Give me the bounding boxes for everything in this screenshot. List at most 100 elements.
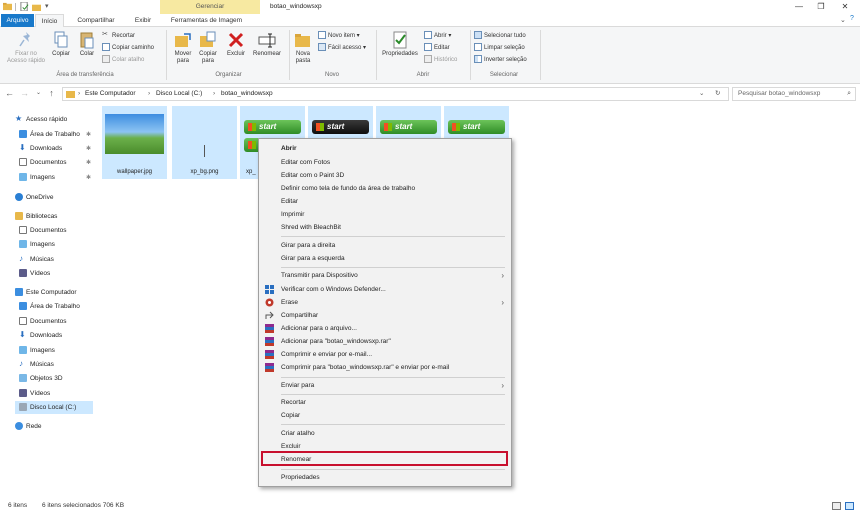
menu-item-print[interactable]: Imprimir bbox=[259, 208, 511, 221]
nav-lib-documents[interactable]: Documentos bbox=[19, 224, 67, 237]
nav-libraries[interactable]: Bibliotecas bbox=[15, 210, 57, 223]
menu-item-add-archive-label: Adicionar para o arquivo... bbox=[281, 325, 357, 332]
file-tile[interactable]: wallpaper.jpg bbox=[102, 106, 167, 179]
copy-to-button[interactable]: Copiar para bbox=[196, 31, 220, 65]
menu-item-send-to[interactable]: Enviar para › bbox=[259, 379, 511, 392]
breadcrumb-separator: › bbox=[78, 90, 81, 97]
nav-lib-music[interactable]: ♪ Músicas bbox=[19, 253, 54, 266]
nav-qa-downloads[interactable]: ⬇ Downloads bbox=[19, 142, 62, 155]
refresh-icon[interactable]: ↻ bbox=[715, 88, 720, 100]
nav-quick-access[interactable]: ★ Acesso rápido bbox=[15, 113, 67, 126]
nav-pc-downloads[interactable]: ⬇ Downloads bbox=[19, 329, 62, 342]
menu-item-copy[interactable]: Copiar bbox=[259, 409, 511, 422]
help-icon[interactable]: ? bbox=[850, 15, 854, 22]
easy-access-button[interactable]: Fácil acesso ▾ bbox=[318, 43, 366, 54]
paste-shortcut-button[interactable]: Colar atalho bbox=[102, 55, 144, 66]
menu-item-add-rar[interactable]: Adicionar para "botao_windowsxp.rar" bbox=[259, 335, 511, 348]
nav-pc-documents[interactable]: Documentos bbox=[19, 315, 67, 328]
menu-item-share[interactable]: Compartilhar bbox=[259, 309, 511, 322]
breadcrumb-este-computador[interactable]: Este Computador bbox=[85, 88, 136, 100]
move-to-button[interactable]: Mover para bbox=[171, 31, 195, 65]
cut-button[interactable]: ✂ Recortar bbox=[102, 31, 135, 42]
paste-button[interactable]: Colar bbox=[74, 31, 100, 58]
delete-button[interactable]: Excluir bbox=[224, 31, 248, 58]
menu-item-cast[interactable]: Transmitir para Dispositivo › bbox=[259, 269, 511, 282]
menu-item-defender[interactable]: Verificar com o Windows Defender... bbox=[259, 283, 511, 296]
pin-icon[interactable]: ✱ bbox=[86, 174, 91, 181]
menu-item-edit[interactable]: Editar bbox=[259, 195, 511, 208]
menu-item-rotate-right[interactable]: Girar para a direita bbox=[259, 239, 511, 252]
new-folder-button[interactable]: Nova pasta bbox=[292, 31, 314, 65]
menu-item-cut[interactable]: Recortar bbox=[259, 396, 511, 409]
tab-exibir[interactable]: Exibir bbox=[128, 14, 158, 27]
menu-item-properties[interactable]: Propriedades bbox=[259, 471, 511, 484]
menu-item-erase[interactable]: Erase › bbox=[259, 296, 511, 309]
menu-item-shred[interactable]: Shred with BleachBit bbox=[259, 221, 511, 234]
invert-selection-button[interactable]: Inverter seleção bbox=[474, 55, 527, 66]
open-button[interactable]: Abrir ▾ bbox=[424, 31, 451, 42]
menu-separator bbox=[281, 469, 505, 470]
menu-item-compress-rar-email[interactable]: Comprimir para "botao_windowsxp.rar" e e… bbox=[259, 361, 511, 374]
nav-lib-pictures[interactable]: Imagens bbox=[19, 238, 55, 251]
nav-pc-music[interactable]: ♪ Músicas bbox=[19, 358, 54, 371]
new-item-button[interactable]: Novo item ▾ bbox=[318, 31, 360, 42]
properties-button[interactable]: Propriedades bbox=[379, 31, 421, 58]
menu-item-compress-email[interactable]: Comprimir e enviar por e-mail... bbox=[259, 348, 511, 361]
edit-button[interactable]: Editar bbox=[424, 43, 450, 54]
minimize-button[interactable]: — bbox=[788, 0, 810, 14]
pin-icon[interactable]: ✱ bbox=[86, 145, 91, 152]
large-icons-view-icon[interactable] bbox=[845, 502, 854, 510]
forward-arrow-icon[interactable]: → bbox=[19, 88, 30, 99]
nav-onedrive[interactable]: OneDrive bbox=[15, 191, 53, 204]
menu-item-edit-photos[interactable]: Editar com Fotos bbox=[259, 156, 511, 169]
nav-pc-3d-objects[interactable]: Objetos 3D bbox=[19, 372, 63, 385]
copy-button[interactable]: Copiar bbox=[48, 31, 74, 58]
search-box[interactable]: Pesquisar botao_windowsxp ⌕ bbox=[732, 87, 856, 101]
nav-pc-local-disk[interactable]: Disco Local (C:) bbox=[15, 401, 93, 414]
up-arrow-icon[interactable]: ↑ bbox=[46, 88, 57, 99]
menu-item-set-background[interactable]: Definir como tela de fundo da área de tr… bbox=[259, 182, 511, 195]
menu-item-create-shortcut[interactable]: Criar atalho bbox=[259, 427, 511, 440]
nav-this-pc[interactable]: Este Computador bbox=[15, 286, 77, 299]
copy-path-button[interactable]: Copiar caminho bbox=[102, 43, 154, 54]
menu-item-open[interactable]: Abrir bbox=[259, 142, 511, 155]
search-icon[interactable]: ⌕ bbox=[847, 88, 851, 100]
recent-locations-chevron-icon[interactable]: ⌄ bbox=[33, 88, 44, 99]
rename-button[interactable]: Renomear bbox=[250, 31, 284, 58]
group-label-select: Selecionar bbox=[489, 72, 519, 78]
details-view-icon[interactable] bbox=[832, 502, 841, 510]
nav-qa-desktop[interactable]: Área de Trabalho bbox=[19, 128, 80, 141]
history-button[interactable]: Histórico bbox=[424, 55, 457, 66]
ribbon-expand-icon[interactable]: ⌄ bbox=[840, 16, 846, 24]
tab-inicio[interactable]: Início bbox=[35, 14, 64, 28]
menu-item-add-archive[interactable]: Adicionar para o arquivo... bbox=[259, 322, 511, 335]
maximize-button[interactable]: ❐ bbox=[810, 0, 832, 14]
address-dropdown-icon[interactable]: ⌄ bbox=[699, 88, 704, 100]
close-button[interactable]: ✕ bbox=[834, 0, 856, 14]
pin-quick-access-button[interactable]: Fixar no Acesso rápido bbox=[6, 31, 46, 65]
tab-arquivo[interactable]: Arquivo bbox=[1, 14, 34, 27]
breadcrumb-disco-local[interactable]: Disco Local (C:) bbox=[156, 88, 202, 100]
menu-item-edit-paint3d[interactable]: Editar com o Paint 3D bbox=[259, 169, 511, 182]
properties-quick-icon[interactable] bbox=[20, 2, 29, 11]
nav-network[interactable]: Rede bbox=[15, 420, 42, 433]
select-none-button[interactable]: Limpar seleção bbox=[474, 43, 525, 54]
quick-access-dropdown-icon[interactable]: ▾ bbox=[45, 2, 49, 10]
menu-item-rotate-left[interactable]: Girar para a esquerda bbox=[259, 252, 511, 265]
nav-pc-pictures[interactable]: Imagens bbox=[19, 344, 55, 357]
pin-icon[interactable]: ✱ bbox=[86, 131, 91, 138]
new-folder-quick-icon[interactable] bbox=[32, 2, 41, 11]
tab-ferramentas-imagem[interactable]: Ferramentas de Imagem bbox=[163, 14, 250, 27]
nav-lib-videos[interactable]: Vídeos bbox=[19, 267, 50, 280]
nav-qa-documents[interactable]: Documentos bbox=[19, 156, 67, 169]
tab-compartilhar[interactable]: Compartilhar bbox=[70, 14, 122, 27]
nav-qa-pictures[interactable]: Imagens bbox=[19, 171, 55, 184]
nav-pc-videos[interactable]: Vídeos bbox=[19, 387, 50, 400]
select-all-button[interactable]: Selecionar tudo bbox=[474, 31, 526, 42]
breadcrumb-current-folder[interactable]: botao_windowsxp bbox=[221, 88, 273, 100]
nav-pc-desktop[interactable]: Área de Trabalho bbox=[19, 300, 80, 313]
pin-icon[interactable]: ✱ bbox=[86, 159, 91, 166]
back-arrow-icon[interactable]: ← bbox=[4, 88, 15, 99]
address-bar[interactable]: › Este Computador › Disco Local (C:) › b… bbox=[62, 87, 729, 101]
file-tile[interactable]: xp_bg.png bbox=[172, 106, 237, 179]
